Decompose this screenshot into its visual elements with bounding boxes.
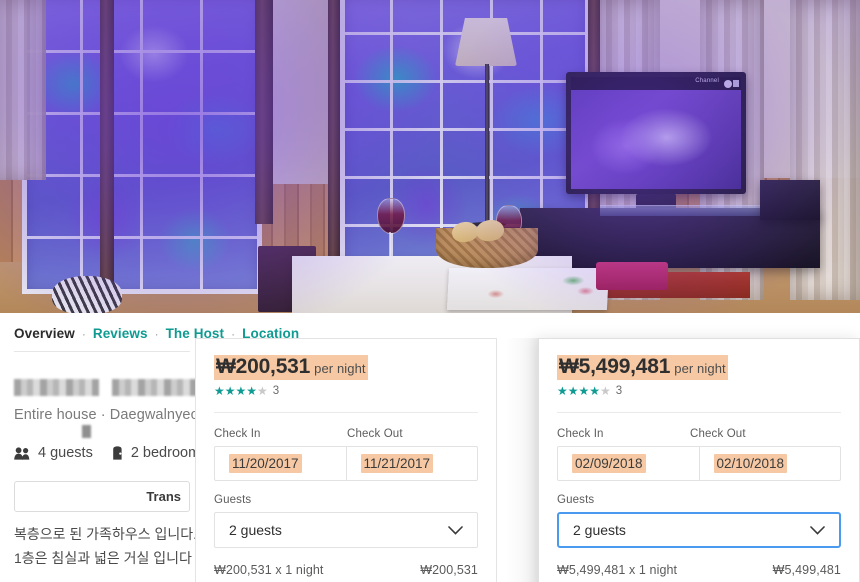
price-row: ₩200,531 per night	[214, 355, 478, 381]
tab-separator: ·	[81, 327, 86, 341]
price-breakdown-label: ₩200,531 x 1 night	[214, 563, 324, 578]
divider	[14, 351, 190, 352]
price-suffix: per night	[674, 361, 726, 376]
tab-separator: ·	[154, 327, 159, 341]
review-count: 3	[272, 385, 280, 398]
date-field-labels: Check In Check Out	[557, 428, 841, 440]
price-breakdown-row: ₩5,499,481 x 1 night ₩5,499,481	[557, 563, 841, 577]
check-in-label: Check In	[214, 428, 261, 441]
rating-row: ★★★★★ 3	[214, 385, 478, 397]
check-in-value: 02/09/2018	[572, 454, 646, 474]
price-breakdown-value: ₩5,499,481	[772, 563, 841, 578]
divider	[214, 412, 478, 414]
check-in-value: 11/20/2017	[229, 454, 302, 474]
listing-summary-column: Entire house · Daegwalnyeor 4 guests 2 b…	[14, 351, 207, 569]
panel-overlap-shadow	[505, 338, 539, 582]
price-breakdown-value: ₩200,531	[420, 563, 478, 578]
price-row: ₩5,499,481 per night	[557, 355, 841, 381]
redacted-block-b	[112, 378, 204, 396]
redacted-block-a	[14, 378, 100, 396]
guests-label: Guests	[557, 494, 595, 507]
check-out-label: Check Out	[347, 428, 403, 441]
listing-title-redacted	[14, 377, 204, 397]
guests-value: 2 guests	[229, 522, 282, 539]
price-amount: ₩200,531	[216, 355, 311, 378]
check-out-label: Check Out	[690, 428, 746, 441]
divider	[557, 412, 841, 414]
check-in-input[interactable]: 02/09/2018	[558, 447, 699, 480]
guests-icon	[14, 446, 31, 460]
listing-hero-photo: Channel	[0, 0, 860, 313]
check-out-value: 02/10/2018	[713, 454, 788, 474]
redacted-descender	[82, 425, 91, 438]
listing-facts: 4 guests 2 bedrooms	[14, 445, 207, 461]
listing-description-line-2: 1층은 침실과 넓은 거실 입니다	[14, 549, 192, 566]
check-out-input[interactable]: 02/10/2018	[698, 447, 841, 481]
price-suffix: per night	[314, 361, 366, 376]
date-range-input[interactable]: 11/20/2017 11/21/2017	[214, 446, 478, 482]
guests-value: 2 guests	[573, 522, 626, 539]
star-rating: ★★★★★	[214, 384, 268, 399]
bedroom-icon	[111, 446, 124, 460]
price-highlight: ₩200,531 per night	[214, 355, 368, 381]
star-rating: ★★★★★	[557, 384, 611, 399]
fact-bedrooms: 2 bedrooms	[111, 445, 207, 461]
chevron-down-icon	[810, 522, 825, 538]
price-breakdown-label: ₩5,499,481 x 1 night	[557, 563, 678, 578]
guests-label: Guests	[214, 494, 252, 507]
check-out-value: 11/21/2017	[360, 454, 434, 474]
listing-content: Overview · Reviews · The Host · Location…	[0, 313, 860, 582]
price-breakdown-row: ₩200,531 x 1 night ₩200,531	[214, 563, 478, 577]
translate-button[interactable]: Trans	[14, 481, 190, 512]
listing-description-line-1: 복층으로 된 가족하우스 입니다.	[14, 526, 197, 542]
tab-reviews[interactable]: Reviews	[93, 326, 148, 341]
price-highlight: ₩5,499,481 per night	[557, 355, 728, 381]
tab-overview[interactable]: Overview	[14, 326, 75, 341]
rating-row: ★★★★★ 3	[557, 385, 841, 397]
booking-panel-secondary: ₩5,499,481 per night ★★★★★ 3 Check In Che…	[538, 338, 860, 582]
listing-page: Channel	[0, 0, 860, 582]
date-range-input[interactable]: 02/09/2018 02/10/2018	[557, 446, 841, 482]
check-out-input[interactable]: 11/21/2017	[345, 447, 478, 481]
booking-panel-primary: ₩200,531 per night ★★★★★ 3 Check In Check…	[195, 338, 497, 582]
guests-dropdown[interactable]: 2 guests	[557, 512, 841, 549]
listing-subtitle: Entire house · Daegwalnyeor	[14, 407, 204, 423]
guests-dropdown[interactable]: 2 guests	[214, 512, 478, 549]
chevron-down-icon	[448, 522, 463, 538]
fact-guests-label: 4 guests	[38, 445, 93, 461]
translate-button-label: Trans	[146, 489, 181, 504]
review-count: 3	[615, 385, 623, 398]
check-in-input[interactable]: 11/20/2017	[215, 447, 346, 480]
date-field-labels: Check In Check Out	[214, 428, 478, 440]
check-in-label: Check In	[557, 428, 604, 441]
price-amount: ₩5,499,481	[559, 355, 671, 378]
photo-color-cast	[0, 0, 860, 313]
fact-guests: 4 guests	[14, 445, 93, 461]
